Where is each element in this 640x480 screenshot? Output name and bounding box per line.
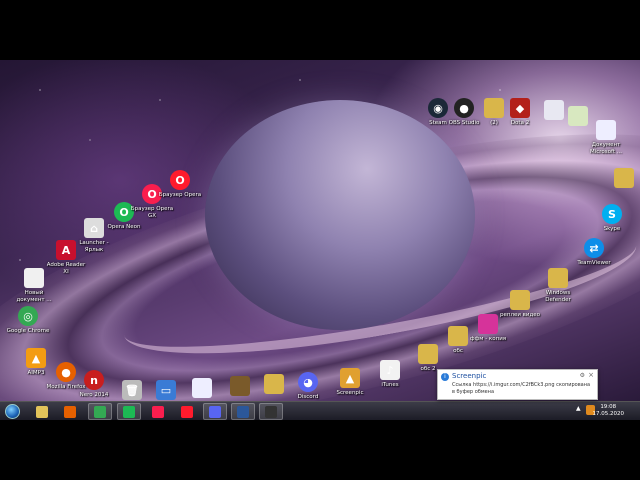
desktop-shortcut[interactable]: ⇄ TeamViewer [572, 238, 616, 267]
desktop-shortcut-label: Nero 2014 [79, 392, 109, 398]
chrome-icon: ◎ [18, 306, 38, 326]
desktop-shortcut-label: Skype [603, 226, 621, 232]
opera-taskbar-icon [181, 405, 193, 418]
taskbar-button[interactable] [146, 403, 170, 420]
settings-icon[interactable]: ⚙ [580, 372, 585, 379]
chrome-taskbar-icon [94, 405, 106, 418]
desktop-shortcut-label: Adobe Reader XI [46, 262, 86, 275]
obs-taskbar-icon [265, 405, 277, 418]
desktop-shortcut-label: AIMP3 [27, 370, 45, 376]
desktop-shortcut[interactable]: ▲ AIMP3 [14, 348, 58, 377]
desktop-shortcut-label: Новый документ ... [16, 290, 52, 303]
ffmpeg-icon [478, 314, 498, 334]
game-icon [230, 376, 250, 396]
desktop-shortcut-label: Google Chrome [6, 328, 50, 334]
firefox-icon: ● [56, 362, 76, 382]
firefox-taskbar-icon [64, 405, 76, 418]
desktop-shortcut-label: Windows Defender [545, 290, 571, 303]
desktop-shortcut[interactable]: O Браузер Opera [158, 170, 202, 199]
taskbar-button[interactable] [88, 403, 112, 420]
launcher-icon: ⌂ [84, 218, 104, 238]
notification-body: Ссылка https://i.imgur.com/C2fBCk3.png с… [452, 382, 591, 395]
taskbar-clock[interactable]: 19:08 17.05.2020 [593, 404, 625, 418]
desktop-shortcut-label: Браузер Opera [158, 192, 202, 198]
opera-gx-taskbar-icon [152, 405, 164, 418]
info-icon: i [441, 373, 449, 381]
folder-icon [264, 374, 284, 394]
desktop-shortcut[interactable]: Windows Defender [536, 268, 580, 303]
screenpic-icon: ▲ [340, 368, 360, 388]
dota-icon: ◆ [510, 98, 530, 118]
taskbar: ▲ 19:08 17.05.2020 [0, 401, 640, 420]
word-doc-icon [596, 120, 616, 140]
aimp-icon: ▲ [26, 348, 46, 368]
folder-icon [614, 168, 634, 188]
computer-icon: ▭ [156, 380, 176, 400]
desktop-shortcut-label: Opera Neon [107, 224, 141, 230]
teamviewer-icon: ⇄ [584, 238, 604, 258]
start-button[interactable] [2, 402, 22, 421]
recycle-bin-icon: 🗑 [122, 380, 142, 400]
taskbar-button[interactable] [231, 403, 255, 420]
opera-neon-taskbar-icon [123, 405, 135, 418]
opera-icon: O [170, 170, 190, 190]
taskbar-button[interactable] [175, 403, 199, 420]
explorer-taskbar-icon [36, 405, 48, 418]
screen: ◉ Steam ● OBS Studio (2) ◆ Dota 2 Документ Micr… [0, 0, 640, 480]
desktop-shortcut[interactable]: ▲ Screenpic [328, 368, 372, 397]
notification-title: Screenpic [452, 372, 487, 380]
desktop-shortcut-label: iTunes [381, 382, 399, 388]
folder-icon [510, 290, 530, 310]
desktop-shortcut-label: Браузер Opera GX [130, 206, 174, 219]
discord-icon: ◕ [298, 372, 318, 392]
taskbar-button[interactable] [259, 403, 283, 420]
desktop-shortcut[interactable]: S Skype [590, 204, 634, 233]
clock-date: 17.05.2020 [592, 411, 625, 417]
obs-icon: ● [454, 98, 474, 118]
tray-overflow-icon[interactable]: ▲ [576, 405, 581, 412]
notification-balloon[interactable]: i Screenpic ⚙ × Ссылка https://i.imgur.c… [437, 369, 598, 400]
taskbar-button[interactable] [58, 403, 82, 420]
skype-icon: S [602, 204, 622, 224]
desktop-shortcut[interactable]: Документ Microsoft ... [584, 120, 628, 155]
taskbar-button[interactable] [30, 403, 54, 420]
folder-icon [548, 268, 568, 288]
desktop-shortcut-label: Launcher - Ярлык [79, 240, 109, 253]
word-taskbar-icon [237, 405, 249, 418]
desktop-shortcut[interactable] [602, 168, 640, 190]
document-icon [192, 378, 212, 398]
desktop-shortcut-label: Mozilla Firefox [46, 384, 86, 390]
taskbar-button[interactable] [203, 403, 227, 420]
windows-logo-icon [4, 404, 20, 419]
desktop-shortcut[interactable] [218, 376, 262, 398]
desktop-shortcut-label: Документ Microsoft ... [589, 142, 623, 155]
taskbar-button[interactable] [117, 403, 141, 420]
desktop-shortcut[interactable]: ◎ Google Chrome [6, 306, 50, 335]
folder-icon [418, 344, 438, 364]
close-icon[interactable]: × [588, 371, 594, 379]
desktop-shortcut-label: Screenpic [336, 390, 364, 396]
clock-time: 19:08 [600, 404, 617, 410]
text-doc-icon [24, 268, 44, 288]
desktop-shortcut[interactable]: 🗑 [110, 380, 154, 401]
folder-icon [448, 326, 468, 346]
desktop-shortcut-label: TeamViewer [577, 260, 611, 266]
desktop[interactable]: ◉ Steam ● OBS Studio (2) ◆ Dota 2 Документ Micr… [0, 60, 640, 401]
discord-taskbar-icon [209, 405, 221, 418]
itunes-icon: ♪ [380, 360, 400, 380]
desktop-shortcut[interactable]: ♪ iTunes [368, 360, 412, 389]
